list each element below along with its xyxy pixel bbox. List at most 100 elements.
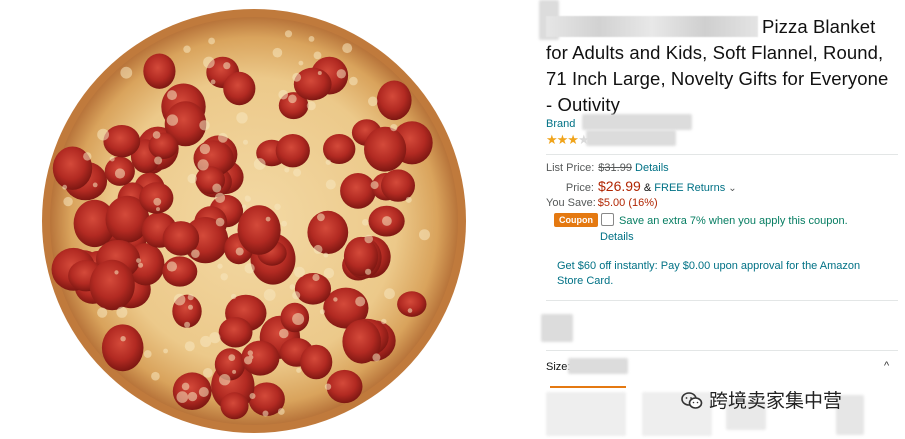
size-option-button[interactable] — [546, 392, 626, 436]
cheese-highlight — [296, 367, 302, 373]
cheese-highlight — [368, 96, 378, 107]
cheese-highlight — [183, 45, 191, 53]
pepperoni-slice — [340, 173, 376, 209]
cheese-highlight — [242, 204, 247, 209]
cheese-highlight — [262, 410, 269, 417]
cheese-highlight — [215, 217, 225, 227]
store-card-offer-link[interactable]: Get $60 off instantly: Pay $0.00 upon ap… — [557, 259, 887, 289]
pepperoni-slice — [101, 324, 144, 372]
cheese-highlight — [236, 112, 248, 124]
cheese-highlight — [167, 90, 177, 101]
pepperoni-slice — [218, 317, 253, 348]
product-details: Pizza Blanket for Adults and Kids, Soft … — [539, 0, 898, 439]
pepperoni-slice — [293, 67, 332, 101]
chevron-down-icon[interactable]: ⌄ — [728, 183, 736, 194]
list-price-details-link[interactable]: Details — [635, 162, 669, 174]
cheese-highlight — [166, 261, 177, 272]
cheese-highlight — [308, 36, 315, 42]
price-label: Price: — [565, 182, 594, 194]
cheese-highlight — [319, 309, 325, 315]
pepperoni-slice — [148, 132, 179, 159]
pepperoni-slice — [397, 291, 427, 317]
cheese-highlight — [317, 71, 322, 75]
cheese-highlight — [355, 296, 366, 307]
cheese-highlight — [349, 76, 358, 86]
cheese-highlight — [293, 168, 302, 177]
pepperoni-slice — [323, 134, 356, 164]
cheese-highlight — [210, 79, 216, 85]
cheese-highlight — [265, 216, 271, 222]
cheese-highlight — [153, 197, 162, 206]
title-redaction — [546, 16, 758, 37]
pepperoni-slice — [307, 210, 349, 254]
cheese-highlight — [208, 37, 216, 45]
pepperoni-slice — [376, 80, 412, 121]
cheese-highlight — [292, 291, 301, 300]
you-save-value: $5.00 (16%) — [597, 197, 658, 209]
pepperoni-slice — [300, 344, 333, 380]
cheese-highlight — [284, 167, 290, 173]
cheese-highlight — [219, 374, 231, 386]
blurred-rating-count — [586, 130, 676, 146]
cheese-highlight — [200, 335, 212, 348]
cheese-highlight — [203, 56, 215, 69]
cheese-highlight — [152, 131, 161, 139]
chevron-up-icon[interactable]: ^ — [884, 360, 889, 372]
product-image-pane[interactable] — [0, 0, 520, 439]
cheese-highlight — [372, 353, 381, 362]
cheese-highlight — [231, 293, 237, 300]
cheese-highlight — [281, 220, 287, 227]
cheese-highlight — [284, 30, 293, 38]
blurred-brand — [582, 114, 692, 130]
cheese-highlight — [97, 307, 108, 318]
brand-link[interactable]: Brand — [546, 118, 575, 130]
filled-stars-icon: ★★★ — [546, 132, 579, 147]
you-save-row: You Save: $5.00 (16%) — [546, 197, 658, 209]
cheese-highlight — [214, 192, 226, 203]
cheese-highlight — [407, 308, 413, 313]
cheese-highlight — [218, 132, 228, 143]
cheese-highlight — [120, 336, 126, 342]
cheese-highlight — [317, 213, 325, 222]
cheese-highlight — [325, 179, 336, 190]
cheese-highlight — [289, 284, 295, 290]
pepperoni-slice — [364, 126, 407, 172]
pepperoni-slice — [162, 256, 198, 287]
cheese-highlight — [191, 249, 200, 258]
coupon-checkbox[interactable] — [601, 213, 614, 226]
free-returns-link[interactable]: FREE Returns — [654, 182, 725, 194]
cheese-highlight — [114, 270, 119, 275]
cheese-highlight — [288, 94, 297, 104]
cheese-highlight — [274, 203, 281, 210]
cheese-highlight — [277, 408, 285, 415]
cheese-highlight — [198, 387, 209, 397]
coupon-details-link[interactable]: Details — [600, 231, 634, 243]
cheese-highlight — [342, 43, 353, 54]
coupon-text[interactable]: Save an extra 7% when you apply this cou… — [619, 215, 848, 227]
cheese-highlight — [97, 128, 109, 141]
cheese-highlight — [312, 273, 320, 282]
cheese-highlight — [248, 354, 254, 360]
cheese-highlight — [137, 262, 144, 268]
cheese-highlight — [173, 293, 186, 306]
cheese-highlight — [184, 341, 195, 352]
cheese-highlight — [184, 321, 191, 328]
cheese-highlight — [313, 244, 323, 254]
cheese-highlight — [143, 350, 152, 358]
cheese-highlight — [197, 159, 209, 171]
list-price-label: List Price: — [546, 162, 595, 174]
cheese-highlight — [156, 207, 160, 212]
cheese-highlight — [181, 382, 190, 391]
cheese-highlight — [163, 348, 169, 354]
pepperoni-slice — [214, 348, 246, 381]
cheese-highlight — [384, 288, 395, 300]
divider — [546, 300, 898, 301]
wechat-icon — [681, 392, 703, 415]
cheese-highlight — [176, 391, 189, 403]
pizza-blanket-image[interactable] — [0, 0, 520, 439]
cheese-highlight — [294, 266, 305, 278]
product-title: Pizza Blanket for Adults and Kids, Soft … — [546, 14, 891, 118]
cheese-highlight — [306, 101, 316, 111]
cheese-highlight — [382, 216, 392, 226]
pepperoni-slice — [237, 205, 281, 255]
